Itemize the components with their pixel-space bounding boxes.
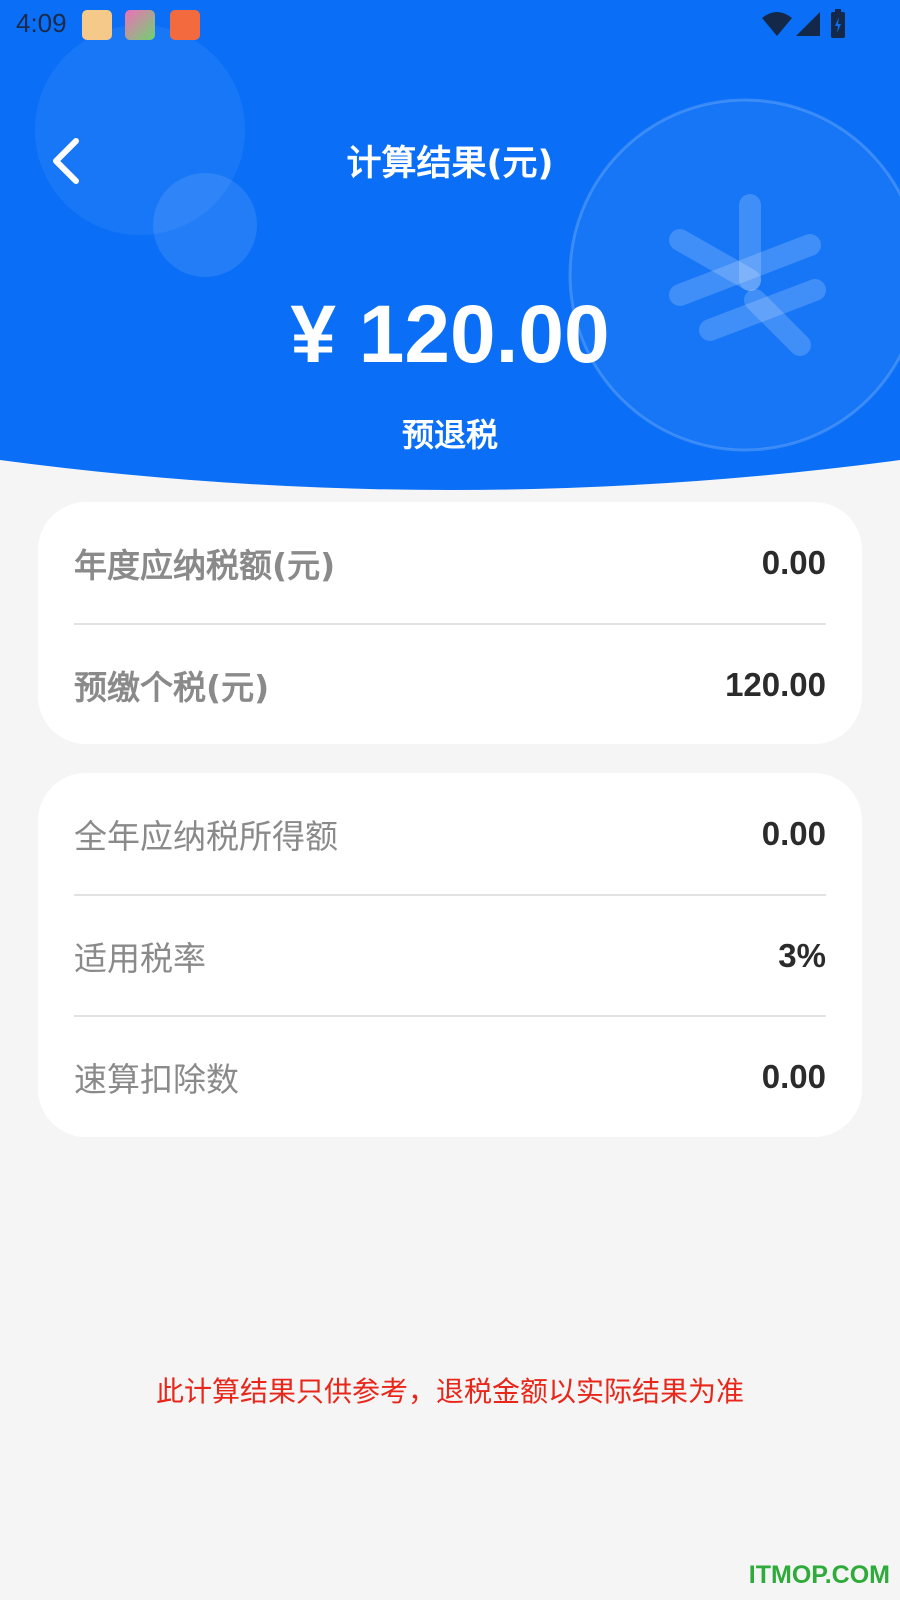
- summary-row: 预缴个税(元) 120.00: [74, 623, 826, 744]
- detail-row: 全年应纳税所得额 0.00: [74, 773, 826, 894]
- summary-row-value: 120.00: [725, 665, 826, 703]
- summary-row-label: 预缴个税(元): [74, 667, 270, 707]
- refund-amount: ¥ 120.00: [290, 289, 610, 380]
- status-time: 4:09: [16, 8, 67, 38]
- summary-row: 年度应纳税额(元) 0.00: [74, 502, 826, 623]
- gallery-app-icon: [125, 10, 155, 40]
- summary-card: 年度应纳税额(元) 0.00 预缴个税(元) 120.00: [38, 502, 862, 744]
- wifi-icon: [762, 12, 792, 36]
- refund-amount-label: 预退税: [401, 416, 498, 454]
- signal-icon: [796, 12, 820, 36]
- detail-row-label: 速算扣除数: [74, 1059, 239, 1099]
- book-app-icon: [170, 10, 200, 40]
- status-indicators: [762, 9, 845, 38]
- header-banner: 4:09 计算结果(元) ¥ 120.00 预退税: [0, 0, 900, 500]
- detail-row: 速算扣除数 0.00: [74, 1015, 826, 1136]
- summary-row-label: 年度应纳税额(元): [74, 545, 336, 585]
- battery-icon: [831, 9, 845, 38]
- detail-row-label: 适用税率: [74, 938, 206, 978]
- detail-row: 适用税率 3%: [74, 894, 826, 1015]
- detail-row-value: 0.00: [761, 814, 826, 852]
- detail-card: 全年应纳税所得额 0.00 适用税率 3% 速算扣除数 0.00: [38, 773, 862, 1137]
- status-bar: 4:09: [0, 0, 900, 50]
- summary-row-value: 0.00: [761, 543, 826, 581]
- page-title: 计算结果(元): [346, 144, 554, 184]
- detail-row-label: 全年应纳税所得额: [74, 816, 338, 856]
- disclaimer-text: 此计算结果只供参考，退税金额以实际结果为准: [155, 1375, 744, 1408]
- detail-row-value: 0.00: [761, 1057, 826, 1095]
- watermark: ITMOP.COM: [748, 1561, 890, 1589]
- detail-row-value: 3%: [778, 936, 826, 974]
- cat-app-icon: [82, 10, 112, 40]
